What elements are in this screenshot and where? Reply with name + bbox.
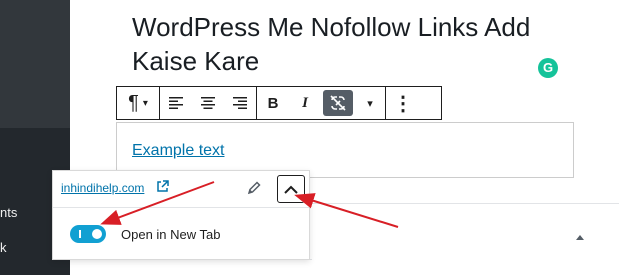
sidebar-top	[0, 0, 70, 128]
italic-button[interactable]: I	[289, 87, 321, 119]
align-center-icon	[201, 97, 215, 109]
sidebar-item-link[interactable]: k	[0, 240, 7, 255]
chevron-down-icon: ▾	[142, 97, 148, 109]
link-settings-toggle-button[interactable]	[277, 175, 305, 203]
post-title[interactable]: WordPress Me Nofollow Links Add Kaise Ka…	[132, 10, 602, 78]
chevron-down-icon: ▾	[367, 97, 373, 110]
paragraph-icon: ¶	[128, 91, 139, 114]
toggle-on-indicator	[79, 230, 81, 238]
external-link-icon	[157, 180, 169, 192]
unlink-button[interactable]	[321, 87, 355, 119]
align-right-icon	[233, 97, 247, 109]
paragraph-link[interactable]: Example text	[132, 142, 224, 160]
bold-button[interactable]: B	[257, 87, 289, 119]
grammarly-icon[interactable]: G	[538, 58, 558, 78]
more-options-button[interactable]: ⋮	[386, 87, 420, 119]
open-in-new-tab-toggle[interactable]	[70, 225, 106, 243]
unlink-icon	[330, 95, 346, 111]
toggle-knob	[92, 229, 102, 239]
settings-panel-header[interactable]	[312, 203, 619, 276]
paragraph-type-button[interactable]: ¶ ▾	[117, 87, 159, 119]
edit-pencil-icon[interactable]	[246, 180, 262, 196]
block-toolbar: ¶ ▾ B I ▾ ⋮	[116, 86, 442, 120]
chevron-up-icon	[284, 185, 298, 194]
link-popover-header: inhindihelp.com	[53, 171, 309, 208]
align-center-button[interactable]	[192, 87, 224, 119]
align-left-icon	[169, 97, 183, 109]
more-options-icon: ⋮	[393, 92, 413, 115]
sidebar-item-comments[interactable]: nts	[0, 205, 17, 220]
link-url[interactable]: inhindihelp.com	[61, 181, 144, 195]
link-popover: inhindihelp.com Open in New Tab	[52, 170, 310, 260]
unlink-active-bg	[323, 90, 353, 116]
align-left-button[interactable]	[160, 87, 192, 119]
more-rich-text-button[interactable]: ▾	[355, 87, 385, 119]
open-in-new-tab-label: Open in New Tab	[121, 227, 221, 242]
caret-up-icon[interactable]	[575, 233, 585, 241]
align-right-button[interactable]	[224, 87, 256, 119]
